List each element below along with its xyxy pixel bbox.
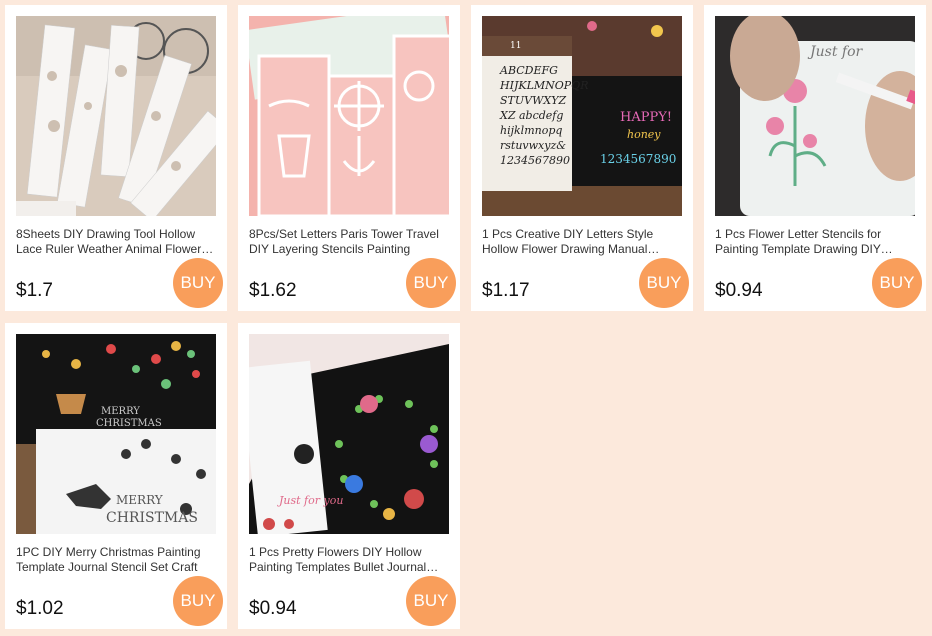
product-card[interactable]: 8Sheets DIY Drawing Tool Hollow Lace Rul… <box>5 5 227 311</box>
product-title[interactable]: 1 Pcs Flower Letter Stencils for Paintin… <box>715 227 915 257</box>
product-price: $1.17 <box>482 280 530 301</box>
product-price: $0.94 <box>249 598 297 619</box>
product-card[interactable]: Just for you 1 Pcs Pretty Flowers DIY Ho… <box>238 323 460 629</box>
alphabet-line: hijklmnopq <box>500 124 562 137</box>
just-for-text: Just for <box>807 44 864 60</box>
alphabet-line: 1234567890 <box>500 154 570 167</box>
alphabet-line: HIJKLMNOPQR <box>499 79 588 92</box>
product-title[interactable]: 1PC DIY Merry Christmas Painting Templat… <box>16 545 216 575</box>
alphabet-line: ABCDEFG <box>499 64 558 77</box>
alphabet-line: STUVWXYZ <box>500 94 566 107</box>
digits-text: 1234567890 <box>600 152 676 166</box>
just-for-you-text: Just for you <box>277 494 343 507</box>
product-price: $1.7 <box>16 280 53 301</box>
merry-text: MERRY <box>116 493 164 507</box>
product-image[interactable]: Just for <box>715 16 915 216</box>
product-image[interactable] <box>249 16 449 216</box>
buy-button[interactable]: BUY <box>872 258 922 308</box>
honey-text: honey <box>627 128 661 141</box>
buy-button[interactable]: BUY <box>639 258 689 308</box>
product-price: $0.94 <box>715 280 763 301</box>
product-image[interactable]: 11 ABCDEFG HIJKLMNOPQR STUVWXYZ XZ abcde… <box>482 16 682 216</box>
christmas-text: CHRISTMAS <box>106 510 198 526</box>
product-image[interactable]: MERRY CHRISTMAS MERRY CHRISTMAS <box>16 334 216 534</box>
alphabet-number-text: 11 <box>510 41 521 51</box>
merry-text: MERRY <box>101 406 140 417</box>
buy-button[interactable]: BUY <box>406 258 456 308</box>
product-price: $1.02 <box>16 598 64 619</box>
product-card[interactable]: MERRY CHRISTMAS MERRY CHRISTMAS 1PC DIY … <box>5 323 227 629</box>
buy-button[interactable]: BUY <box>173 258 223 308</box>
buy-button[interactable]: BUY <box>406 576 456 626</box>
product-image[interactable]: Just for you <box>249 334 449 534</box>
christmas-text: CHRISTMAS <box>96 418 162 429</box>
product-card[interactable]: Just for 1 Pcs Flower Letter Stencils fo… <box>704 5 926 311</box>
product-image[interactable] <box>16 16 216 216</box>
alphabet-line: XZ abcdefg <box>499 109 563 122</box>
alphabet-line: rstuvwxyz& <box>500 139 566 152</box>
product-title[interactable]: 8Pcs/Set Letters Paris Tower Travel DIY … <box>249 227 449 257</box>
happy-text: HAPPY! <box>620 110 672 125</box>
product-card[interactable]: 11 ABCDEFG HIJKLMNOPQR STUVWXYZ XZ abcde… <box>471 5 693 311</box>
product-title[interactable]: 8Sheets DIY Drawing Tool Hollow Lace Rul… <box>16 227 216 257</box>
product-price: $1.62 <box>249 280 297 301</box>
product-title[interactable]: 1 Pcs Pretty Flowers DIY Hollow Painting… <box>249 545 449 575</box>
buy-button[interactable]: BUY <box>173 576 223 626</box>
product-title[interactable]: 1 Pcs Creative DIY Letters Style Hollow … <box>482 227 682 257</box>
product-card[interactable]: 8Pcs/Set Letters Paris Tower Travel DIY … <box>238 5 460 311</box>
